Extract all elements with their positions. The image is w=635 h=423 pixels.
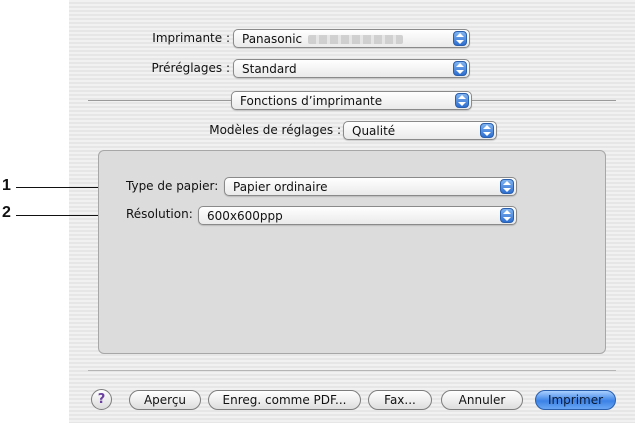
printer-select[interactable]: Panasonic (233, 29, 470, 48)
panel-menu-value: Fonctions d’imprimante (240, 94, 383, 108)
settings-template-label: Modèles de réglages : (209, 123, 341, 137)
printer-value: Panasonic (242, 32, 303, 46)
chevron-updown-icon (455, 93, 469, 108)
print-button[interactable]: Imprimer (535, 390, 616, 410)
chevron-updown-icon (480, 123, 494, 138)
preview-button[interactable]: Aperçu (129, 390, 201, 410)
resolution-select[interactable]: 600x600ppp (198, 206, 517, 225)
presets-select[interactable]: Standard (233, 59, 470, 78)
help-button[interactable]: ? (91, 389, 112, 410)
cancel-button[interactable]: Annuler (441, 390, 523, 410)
annotation-number-2: 2 (2, 204, 11, 221)
settings-template-select[interactable]: Qualité (343, 121, 497, 140)
separator-right (472, 100, 616, 101)
paper-type-select[interactable]: Papier ordinaire (224, 177, 517, 196)
chevron-updown-icon (500, 208, 514, 223)
bottom-separator (88, 370, 616, 371)
resolution-value: 600x600ppp (207, 209, 283, 223)
chevron-updown-icon (453, 61, 467, 76)
paper-type-value: Papier ordinaire (233, 180, 328, 194)
chevron-updown-icon (500, 179, 514, 194)
separator-left (88, 100, 231, 101)
presets-value: Standard (242, 62, 297, 76)
printer-model-redacted (308, 35, 404, 44)
presets-label: Préréglages : (151, 61, 230, 75)
panel-menu-select[interactable]: Fonctions d’imprimante (231, 91, 472, 110)
annotation-number-1: 1 (2, 177, 11, 194)
fax-button[interactable]: Fax... (368, 390, 432, 410)
settings-template-value: Qualité (352, 124, 396, 138)
printer-label: Imprimante : (152, 31, 230, 45)
resolution-label: Résolution: (126, 207, 193, 221)
save-as-pdf-button[interactable]: Enreg. comme PDF... (208, 390, 361, 410)
paper-type-label: Type de papier: (126, 179, 219, 193)
chevron-updown-icon (453, 31, 467, 46)
